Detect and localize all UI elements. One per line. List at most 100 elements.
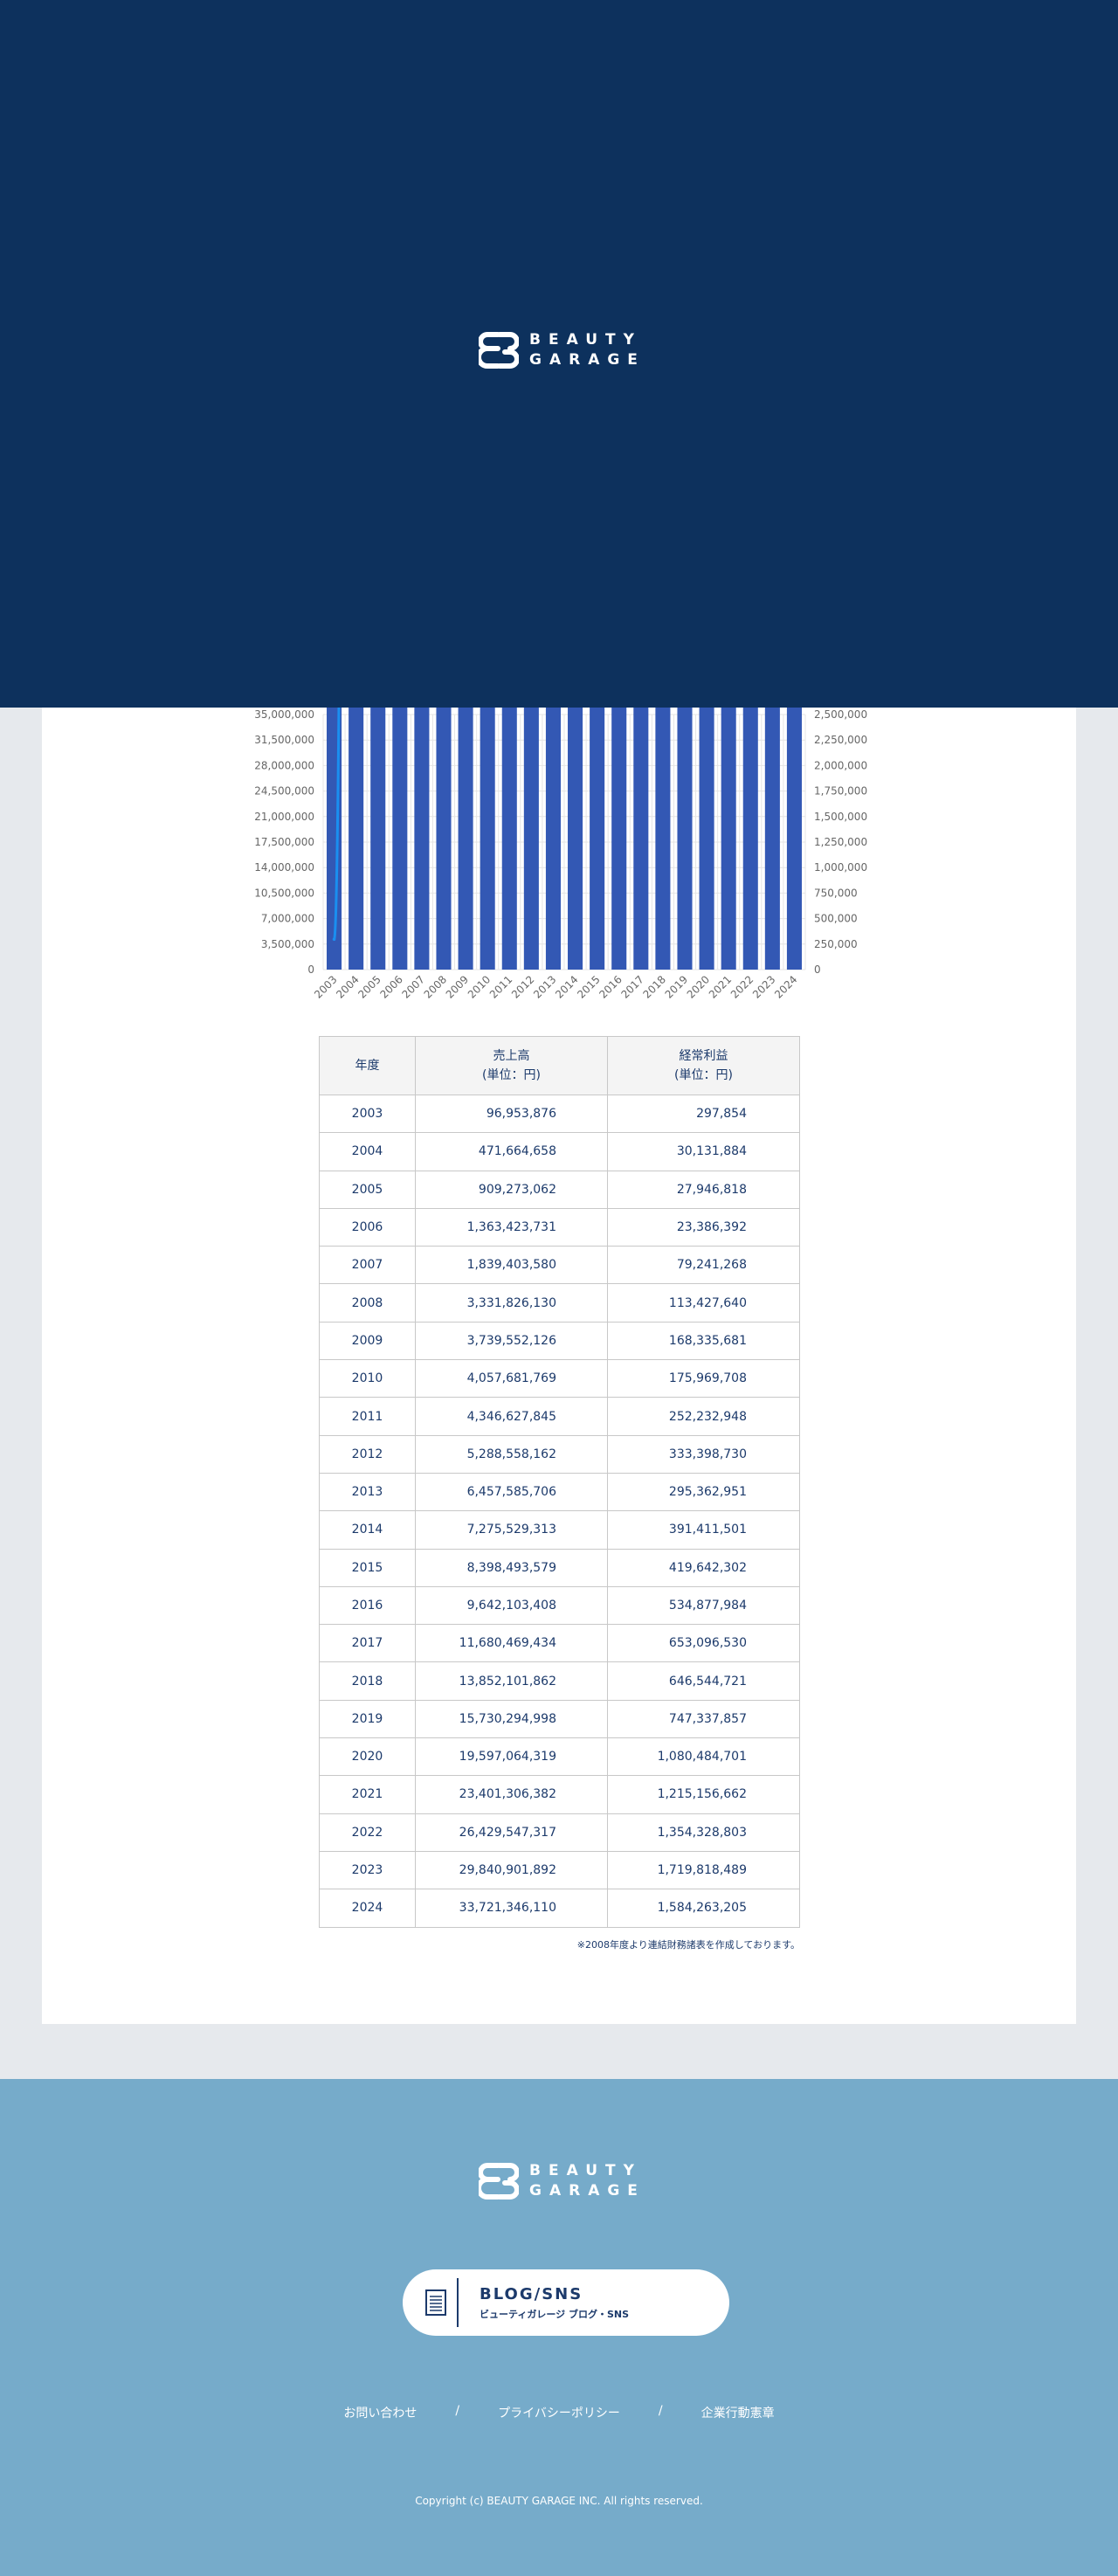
- y-left-tick-label: 17,500,000: [254, 836, 314, 848]
- logo-line-1: BEAUTY: [529, 2162, 642, 2179]
- table-row: 2015 8,398,493,579 419,642,302: [319, 1548, 800, 1587]
- link-separator: /: [455, 2404, 460, 2418]
- year-cell: 2014: [319, 1510, 416, 1550]
- y-right-tick-label: 250,000: [814, 938, 858, 950]
- site-footer: BEAUTY GARAGE BLOG/SNS ビューティガレージ ブログ・SNS…: [0, 2079, 1118, 2576]
- profit-cell: 175,969,708: [607, 1359, 800, 1398]
- table-row: 2005 909,273,062 27,946,818: [319, 1170, 800, 1209]
- table-row: 2024 33,721,346,110 1,584,263,205: [319, 1889, 800, 1928]
- contact-link[interactable]: お問い合わせ: [343, 2404, 417, 2421]
- x-tick-label: 2003: [312, 973, 339, 1000]
- year-cell: 2018: [319, 1661, 416, 1701]
- profit-cell: 646,544,721: [607, 1661, 800, 1701]
- x-tick-label: 2017: [618, 973, 645, 1000]
- profit-cell: 391,411,501: [607, 1510, 800, 1550]
- profit-cell: 30,131,884: [607, 1132, 800, 1171]
- brand-logo[interactable]: BEAUTY GARAGE: [479, 330, 645, 370]
- profit-point: [332, 937, 336, 942]
- header-profit: 経常利益 (単位：円): [607, 1036, 800, 1095]
- table-row: 2011 4,346,627,845 252,232,948: [319, 1397, 800, 1436]
- table-row: 2003 96,953,876 297,854: [319, 1094, 800, 1134]
- sales-bar: [349, 708, 364, 970]
- year-cell: 2015: [319, 1548, 416, 1587]
- sales-bar: [764, 708, 780, 970]
- sales-bar: [545, 708, 561, 970]
- profit-cell: 333,398,730: [607, 1434, 800, 1474]
- year-cell: 2004: [319, 1132, 416, 1171]
- sales-bar: [568, 708, 583, 970]
- year-cell: 2022: [319, 1813, 416, 1852]
- x-tick-label: 2012: [509, 973, 536, 1000]
- table-row: 2018 13,852,101,862 646,544,721: [319, 1661, 800, 1701]
- table-row: 2004 471,664,658 30,131,884: [319, 1132, 800, 1171]
- year-cell: 2023: [319, 1850, 416, 1890]
- table-row: 2007 1,839,403,580 79,241,268: [319, 1246, 800, 1285]
- table-row: 2012 5,288,558,162 333,398,730: [319, 1434, 800, 1474]
- sales-cell: 8,398,493,579: [415, 1548, 608, 1587]
- profit-cell: 419,642,302: [607, 1548, 800, 1587]
- blog-divider: [457, 2278, 459, 2327]
- blog-subtitle: ビューティガレージ ブログ・SNS: [480, 2308, 629, 2320]
- sales-cell: 1,839,403,580: [415, 1246, 608, 1285]
- x-tick-label: 2019: [663, 973, 690, 1000]
- x-tick-label: 2011: [487, 973, 514, 1000]
- table-row: 2008 3,331,826,130 113,427,640: [319, 1283, 800, 1323]
- year-cell: 2003: [319, 1094, 416, 1134]
- year-cell: 2016: [319, 1585, 416, 1626]
- table-row: 2017 11,680,469,434 653,096,530: [319, 1624, 800, 1663]
- y-left-tick-label: 3,500,000: [261, 938, 314, 950]
- x-tick-label: 2021: [707, 973, 734, 1000]
- sales-cell: 3,739,552,126: [415, 1321, 608, 1361]
- x-tick-label: 2008: [422, 973, 449, 1000]
- code-of-conduct-link[interactable]: 企業行動憲章: [701, 2404, 775, 2421]
- sales-bar: [786, 708, 802, 970]
- x-tick-label: 2022: [728, 973, 756, 1000]
- table-row: 2020 19,597,064,319 1,080,484,701: [319, 1737, 800, 1777]
- x-tick-label: 2013: [531, 973, 558, 1000]
- document-icon: [425, 2289, 446, 2316]
- x-tick-label: 2004: [334, 973, 361, 1000]
- logo-mark-icon: [479, 332, 519, 369]
- profit-cell: 747,337,857: [607, 1699, 800, 1739]
- x-tick-label: 2005: [355, 973, 383, 1000]
- year-cell: 2007: [319, 1246, 416, 1285]
- copyright-text: Copyright (c) BEAUTY GARAGE INC. All rig…: [415, 2495, 703, 2507]
- profit-cell: 1,354,328,803: [607, 1813, 800, 1852]
- footer-logo[interactable]: BEAUTY GARAGE: [479, 2161, 645, 2201]
- profit-cell: 1,215,156,662: [607, 1775, 800, 1814]
- y-right-tick-label: 1,000,000: [814, 861, 867, 874]
- profit-cell: 23,386,392: [607, 1207, 800, 1247]
- blog-sns-button[interactable]: BLOG/SNS ビューティガレージ ブログ・SNS: [403, 2269, 729, 2336]
- profit-cell: 653,096,530: [607, 1624, 800, 1663]
- y-left-tick-label: 7,000,000: [261, 913, 314, 925]
- sales-cell: 4,346,627,845: [415, 1397, 608, 1436]
- privacy-policy-link[interactable]: プライバシーポリシー: [498, 2404, 620, 2421]
- y-right-tick-label: 2,250,000: [814, 734, 867, 746]
- sales-profit-chart: 35,000,000 2,500,000 31,500,000 2,250,000 28…: [254, 708, 867, 1001]
- x-tick-label: 2009: [444, 973, 471, 1000]
- sales-bar: [721, 708, 736, 970]
- y-left-tick-label: 35,000,000: [254, 708, 314, 721]
- x-tick-label: 2016: [597, 973, 624, 1000]
- sales-bar: [480, 708, 495, 970]
- year-cell: 2009: [319, 1321, 416, 1361]
- table-row: 2013 6,457,585,706 295,362,951: [319, 1472, 800, 1512]
- sales-bar: [523, 708, 539, 970]
- table-header-row: 年度 売上高 (単位：円) 経常利益 (単位：円): [319, 1036, 800, 1095]
- year-cell: 2017: [319, 1624, 416, 1663]
- footer-links: お問い合わせ / プライバシーポリシー / 企業行動憲章: [0, 2404, 1118, 2421]
- sales-cell: 23,401,306,382: [415, 1775, 608, 1814]
- table-row: 2019 15,730,294,998 747,337,857: [319, 1699, 800, 1739]
- logo-mark-icon: [479, 2163, 519, 2200]
- profit-cell: 113,427,640: [607, 1283, 800, 1323]
- y-right-tick-label: 1,250,000: [814, 836, 867, 848]
- profit-cell: 297,854: [607, 1094, 800, 1134]
- profit-cell: 79,241,268: [607, 1246, 800, 1285]
- y-right-tick-label: 1,500,000: [814, 811, 867, 823]
- sales-cell: 4,057,681,769: [415, 1359, 608, 1398]
- table-row: 2006 1,363,423,731 23,386,392: [319, 1207, 800, 1247]
- y-right-tick-label: 750,000: [814, 887, 858, 899]
- sales-cell: 33,721,346,110: [415, 1889, 608, 1928]
- table-row: 2022 26,429,547,317 1,354,328,803: [319, 1813, 800, 1852]
- y-right-tick-label: 1,750,000: [814, 785, 867, 798]
